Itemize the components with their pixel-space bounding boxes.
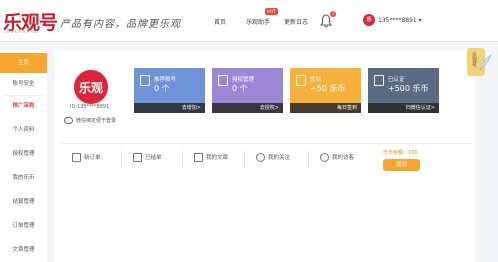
floating-tab-label: 乐观号 (471, 52, 477, 67)
wechat-bind-link[interactable]: 微信绑定便于登录 (64, 117, 116, 124)
card-value: 0 个 (154, 84, 170, 93)
card-value: +50 乐币 (310, 84, 346, 93)
quick-separator (244, 151, 245, 168)
coin-balance: 乐币余额：100 (383, 150, 418, 156)
sidebar-item-home[interactable]: 主页 (0, 53, 47, 73)
notification-count: 3 (330, 11, 336, 17)
avatar[interactable]: 乐 (363, 14, 375, 26)
wechat-bind-label: 微信绑定便于登录 (76, 118, 117, 124)
quick-label: 我的关注 (268, 155, 291, 161)
quick-my-following[interactable]: 我的关注 (256, 153, 290, 167)
card-value: +500 乐币 (388, 84, 429, 93)
card-title: 推荐账号 (154, 77, 177, 83)
user-menu[interactable]: 135****8891 ▾ (378, 17, 422, 24)
sidebar-item-profile[interactable]: 个人资料 (0, 120, 47, 140)
quick-label: 我的访客 (332, 155, 355, 161)
clipboard-icon (133, 153, 142, 162)
slogan: 产品有内容，品牌更乐观 (60, 19, 181, 30)
sidebar-item-orders[interactable]: 订单管理 (0, 216, 47, 236)
quick-new-orders[interactable]: 新订单 (72, 153, 101, 167)
card-title: 已认证 (388, 77, 405, 83)
card-authorization: 授权管理 0 个 去授权> (212, 68, 283, 113)
user-icon (256, 153, 265, 162)
authorization-icon (218, 75, 228, 86)
add-account-link[interactable]: 去增加> (134, 103, 205, 113)
quick-closed-orders[interactable]: 已结单 (133, 153, 162, 167)
nav-home[interactable]: 首页 (214, 17, 226, 26)
authorize-link[interactable]: 去授权> (212, 103, 283, 113)
quick-separator (308, 151, 309, 168)
quick-separator (121, 151, 122, 168)
quick-label: 已结单 (145, 155, 162, 161)
list-icon (72, 153, 81, 162)
calendar-icon (296, 75, 306, 86)
card-title: 签到 (310, 77, 322, 83)
nav-changelog[interactable]: 更新日志 (284, 17, 308, 26)
section-divider (62, 143, 472, 144)
card-title: 授权管理 (232, 77, 255, 83)
quick-my-articles[interactable]: 我的文章 (194, 153, 228, 167)
sidebar: 主页 账号安全 推广采购 个人资料 授权管理 我的乐币 结算管理 订单管理 文章… (0, 50, 47, 262)
sidebar-item-account-security[interactable]: 账号安全 (0, 74, 47, 94)
sidebar-item-settlement[interactable]: 结算管理 (0, 192, 47, 212)
feather-icon (479, 54, 492, 71)
user-id: ID:135****8891 (70, 104, 110, 110)
quick-separator (182, 151, 183, 168)
id-card-icon (374, 75, 384, 86)
card-value: 0 个 (232, 84, 248, 93)
card-recommend-accounts: 推荐账号 0 个 去增加> (134, 68, 205, 113)
profile-avatar[interactable]: 乐观 (72, 68, 110, 106)
card-checkin: 签到 +50 乐币 每日签到 (290, 68, 361, 113)
users-icon (320, 153, 329, 162)
wechat-verify-link[interactable]: 扫微信认证> (368, 103, 439, 113)
withdraw-button[interactable]: 提现 (383, 159, 420, 171)
sidebar-item-promotion[interactable]: 推广采购 (0, 96, 47, 116)
logo-subtext: LEGUANHAO (4, 29, 39, 34)
sidebar-item-authorization[interactable]: 授权管理 (0, 144, 47, 164)
quick-label: 新订单 (84, 155, 101, 161)
card-verified: 已认证 +500 乐币 扫微信认证> (368, 68, 439, 113)
nav-assistant[interactable]: 乐观助手 (246, 17, 270, 26)
quick-my-visitors[interactable]: 我的访客 (320, 153, 354, 167)
wechat-icon (64, 117, 73, 124)
sidebar-item-articles[interactable]: 文章管理 (0, 240, 47, 260)
daily-checkin-link[interactable]: 每日签到 (290, 103, 361, 113)
account-icon (140, 75, 150, 86)
top-bar: 乐观号 LEGUANHAO 产品有内容，品牌更乐观 首页 乐观助手 HOT 更新… (0, 0, 498, 42)
hot-badge: HOT (265, 8, 278, 15)
sidebar-item-coins[interactable]: 我的乐币 (0, 168, 47, 188)
article-icon (194, 153, 203, 162)
quick-label: 我的文章 (206, 155, 229, 161)
